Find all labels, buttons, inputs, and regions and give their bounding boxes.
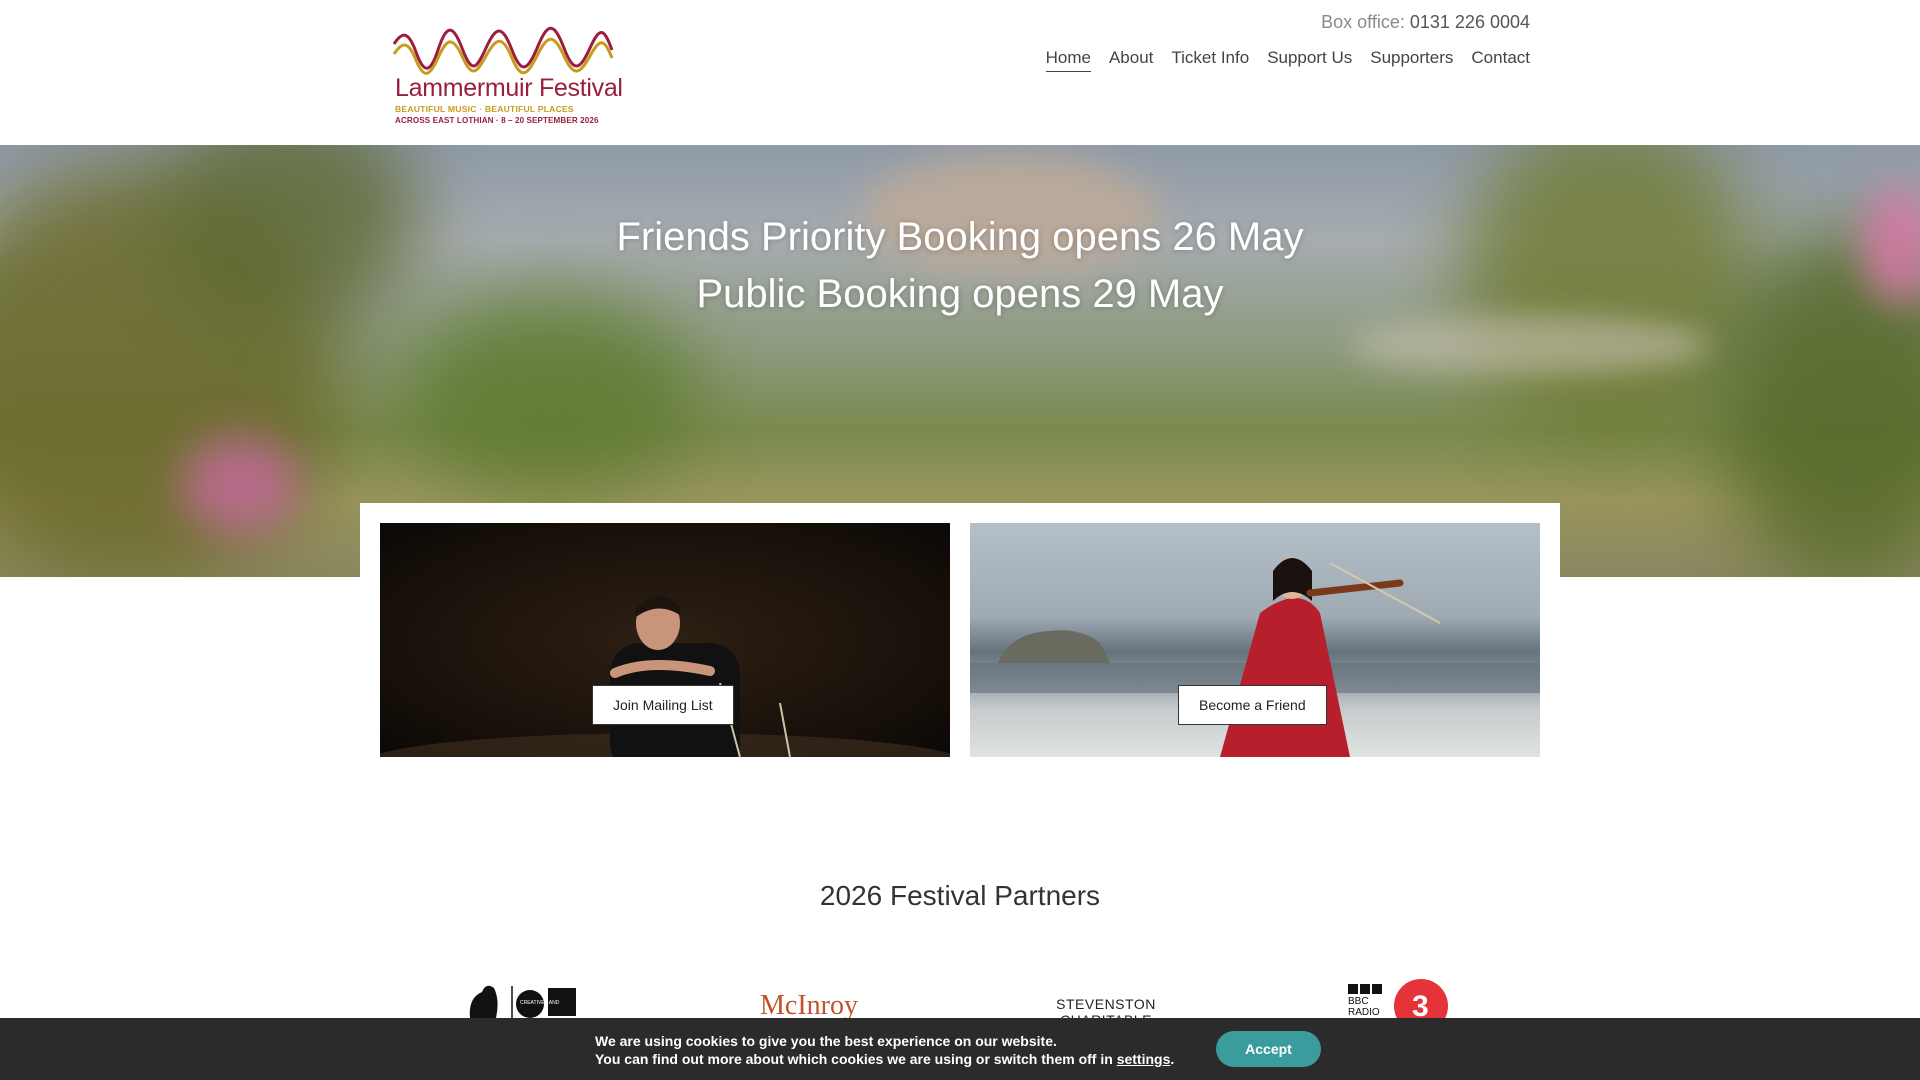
logo-tagline: BEAUTIFUL MUSIC · BEAUTIFUL PLACES	[395, 104, 574, 114]
hero-foliage-mid	[400, 295, 700, 495]
cookie-settings-link[interactable]: settings	[1117, 1051, 1171, 1067]
partners-heading: 2026 Festival Partners	[819, 880, 1101, 911]
wave-logo-graphic	[392, 26, 614, 75]
feature-card: Join Mailing List Become a Friend	[360, 503, 1560, 793]
become-a-friend-button[interactable]: Become a Friend	[1178, 685, 1327, 725]
join-mailing-list-button[interactable]: Join Mailing List	[592, 685, 734, 725]
conductor-photo[interactable]: Join Mailing List	[380, 523, 950, 757]
logo-title: Lammermuir Festival	[395, 74, 623, 102]
nav-home[interactable]: Home	[1045, 48, 1091, 72]
accept-cookies-button[interactable]: Accept	[1216, 1031, 1321, 1067]
nav-contact[interactable]: Contact	[1471, 48, 1530, 72]
box-office-label: Box office:	[1321, 12, 1405, 32]
violinist-photo[interactable]: Become a Friend	[970, 523, 1540, 757]
cookie-line-2: You can find out more about which cookie…	[595, 1050, 1174, 1068]
cookie-banner: We are using cookies to give you the bes…	[0, 1018, 1920, 1080]
hero-heading-line2: Public Booking opens 29 May	[696, 272, 1224, 316]
box-office: Box office: 0131 226 0004	[1321, 12, 1530, 33]
cookie-line-2-text: You can find out more about which cookie…	[595, 1051, 1113, 1067]
cookie-line-1: We are using cookies to give you the bes…	[595, 1033, 1057, 1049]
cookie-line-2-end: .	[1170, 1051, 1175, 1067]
box-office-number[interactable]: 0131 226 0004	[1410, 12, 1530, 32]
nav-about[interactable]: About	[1109, 48, 1153, 72]
nav-ticket-info[interactable]: Ticket Info	[1171, 48, 1249, 72]
nav-support-us[interactable]: Support Us	[1267, 48, 1352, 72]
main-nav: Home About Ticket Info Support Us Suppor…	[1045, 48, 1530, 72]
hero-flower-left	[180, 435, 300, 535]
nav-supporters[interactable]: Supporters	[1370, 48, 1453, 72]
site-header: Lammermuir Festival BEAUTIFUL MUSIC · BE…	[0, 0, 1920, 145]
partner-logo-text: CREATIVE LAND	[520, 1000, 560, 1006]
hero-heading-line1: Friends Priority Booking opens 26 May	[616, 215, 1304, 259]
festival-logo[interactable]: Lammermuir Festival BEAUTIFUL MUSIC · BE…	[390, 24, 623, 126]
hero-village	[1350, 315, 1710, 375]
bbc-radio-text: BBC RADIO	[1348, 996, 1380, 1018]
cookie-message: We are using cookies to give you the bes…	[595, 1032, 1174, 1068]
logo-dates: ACROSS EAST LOTHIAN · 8 – 20 SEPTEMBER 2…	[395, 116, 599, 125]
